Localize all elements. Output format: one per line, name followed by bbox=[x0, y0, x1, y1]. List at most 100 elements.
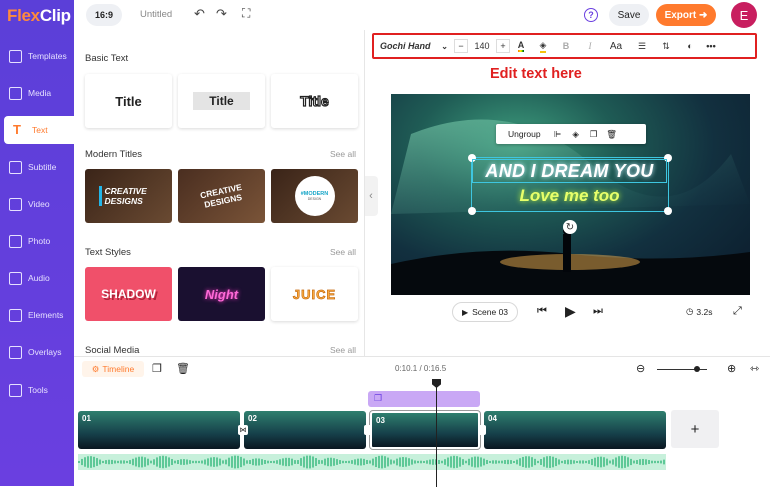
see-all-link-styles[interactable]: See all bbox=[330, 247, 356, 257]
delete-scene-icon[interactable]: 🗑 bbox=[176, 362, 190, 375]
align-center-icon[interactable]: ☰ bbox=[630, 35, 654, 57]
waveform-bar bbox=[366, 459, 368, 465]
waveform-bar bbox=[573, 460, 575, 464]
redo-icon[interactable]: ↷ bbox=[216, 6, 227, 22]
waveform-bar bbox=[117, 460, 119, 464]
waveform-bar bbox=[261, 459, 263, 465]
scene-clip[interactable]: 02 bbox=[244, 411, 366, 449]
next-icon[interactable]: ⏭ bbox=[593, 305, 603, 318]
waveform-bar bbox=[546, 456, 548, 468]
see-all-link-social[interactable]: See all bbox=[330, 345, 356, 355]
audio-waveform[interactable] bbox=[78, 454, 666, 470]
opacity-icon[interactable]: ◐ bbox=[678, 35, 702, 57]
scene-selector[interactable]: ▶ Scene 03 bbox=[452, 302, 518, 322]
text-color-icon[interactable]: A bbox=[510, 35, 532, 57]
scene-clip[interactable]: 04 bbox=[484, 411, 666, 449]
rotate-icon[interactable]: ↻ bbox=[563, 220, 577, 234]
timeline-icon: ⚙ bbox=[91, 363, 100, 374]
sidebar-item-templates[interactable]: Templates bbox=[0, 42, 74, 70]
font-size-input[interactable]: 140 bbox=[468, 35, 496, 57]
sidebar-item-elements[interactable]: Elements bbox=[0, 301, 74, 329]
waveform-bar bbox=[84, 457, 86, 467]
transition-icon[interactable] bbox=[478, 425, 486, 435]
timeline-toggle[interactable]: ⚙ Timeline bbox=[82, 361, 144, 377]
scene-clip[interactable]: 01 bbox=[78, 411, 240, 449]
waveform-bar bbox=[570, 459, 572, 465]
text-line-1-box[interactable]: AND I DREAM YOU bbox=[472, 159, 667, 183]
text-selection-box[interactable]: AND I DREAM YOU Love me too bbox=[468, 154, 672, 215]
sidebar-item-photo[interactable]: Photo bbox=[0, 227, 74, 255]
waveform-bar bbox=[423, 460, 425, 464]
fit-timeline-icon[interactable]: ⇿ bbox=[750, 362, 759, 375]
resize-handle[interactable] bbox=[664, 207, 672, 215]
video-canvas[interactable]: Ungroup ⊫ ◈ ❐ 🗑 AND I DREAM YOU Love me … bbox=[391, 94, 750, 295]
zoom-in-icon[interactable]: ⊕ bbox=[727, 362, 736, 375]
add-scene-button[interactable]: + bbox=[671, 410, 719, 448]
waveform-bar bbox=[351, 460, 353, 464]
logo[interactable]: FlexClip bbox=[7, 6, 71, 26]
fullscreen-icon[interactable]: ⛶ bbox=[242, 6, 250, 21]
sidebar-item-text[interactable]: T Text bbox=[4, 116, 74, 144]
italic-icon[interactable]: I bbox=[578, 35, 602, 57]
help-icon[interactable]: ? bbox=[584, 8, 598, 22]
aspect-ratio-button[interactable]: 16:9 bbox=[86, 4, 122, 26]
font-size-decrease-button[interactable]: − bbox=[454, 39, 468, 53]
more-options-icon[interactable]: ••• bbox=[702, 35, 720, 57]
waveform-bar bbox=[219, 458, 221, 466]
text-tile-modern-design[interactable]: #MODERN DESIGN bbox=[271, 169, 358, 223]
transition-icon[interactable]: ⋈ bbox=[238, 425, 248, 435]
sidebar-item-video[interactable]: Video bbox=[0, 190, 74, 218]
transition-icon[interactable] bbox=[364, 425, 372, 435]
waveform-bar bbox=[618, 456, 620, 468]
highlight-color-icon[interactable]: ◈ bbox=[532, 35, 554, 57]
waveform-bar bbox=[207, 458, 209, 466]
see-all-link-modern[interactable]: See all bbox=[330, 149, 356, 159]
duration-display[interactable]: ◷ 3.2s bbox=[686, 306, 713, 317]
scene-clip-selected[interactable]: 03 bbox=[369, 410, 481, 450]
line-spacing-icon[interactable]: ⇅ bbox=[654, 35, 678, 57]
sidebar-item-media[interactable]: Media bbox=[0, 79, 74, 107]
export-button[interactable]: Export ➜ bbox=[656, 4, 716, 26]
font-select[interactable]: Gochi Hand ⌄ bbox=[374, 35, 454, 57]
sidebar-item-subtitle[interactable]: Subtitle bbox=[0, 153, 74, 181]
text-case-button[interactable]: Aa bbox=[602, 35, 630, 57]
collapse-panel-handle[interactable]: ‹ bbox=[364, 176, 378, 216]
sidebar-item-overlays[interactable]: Overlays bbox=[0, 338, 74, 366]
sidebar-item-audio[interactable]: Audio bbox=[0, 264, 74, 292]
align-icon[interactable]: ⊫ bbox=[549, 129, 567, 140]
resize-handle[interactable] bbox=[468, 207, 476, 215]
playhead-handle[interactable] bbox=[432, 379, 441, 388]
avatar[interactable]: E bbox=[731, 2, 757, 28]
waveform-bar bbox=[543, 457, 545, 467]
text-tile-shadow[interactable]: SHADOW bbox=[85, 267, 172, 321]
text-tile-title-outline[interactable]: Title bbox=[271, 74, 358, 128]
ungroup-button[interactable]: Ungroup bbox=[496, 129, 549, 139]
bold-icon[interactable]: B bbox=[554, 35, 578, 57]
waveform-bar bbox=[609, 460, 611, 464]
text-line-2-box[interactable]: Love me too bbox=[472, 184, 667, 208]
save-button[interactable]: Save bbox=[609, 4, 649, 26]
zoom-out-icon[interactable]: ⊖ bbox=[636, 362, 645, 375]
delete-icon[interactable]: 🗑 bbox=[603, 129, 621, 140]
waveform-bar bbox=[201, 460, 203, 464]
text-tile-creative-designs-1[interactable]: CREATIVE DESIGNS bbox=[85, 169, 172, 223]
previous-icon[interactable]: ⏮ bbox=[537, 305, 547, 318]
play-icon[interactable]: ▶ bbox=[565, 303, 576, 320]
text-tile-title-plain[interactable]: Title bbox=[85, 74, 172, 128]
layers-icon[interactable]: ◈ bbox=[567, 129, 585, 140]
project-title[interactable]: Untitled bbox=[140, 9, 172, 20]
fullscreen-preview-icon[interactable]: ⤢ bbox=[733, 305, 742, 318]
text-tile-juice[interactable]: JUICE bbox=[271, 267, 358, 321]
text-tile-creative-designs-2[interactable]: CREATIVE DESIGNS bbox=[178, 169, 265, 223]
text-layer-track[interactable]: ❐ bbox=[368, 391, 480, 407]
text-tile-title-boxed[interactable]: Title bbox=[178, 74, 265, 128]
undo-icon[interactable]: ↶ bbox=[194, 6, 205, 22]
playhead[interactable] bbox=[436, 379, 437, 487]
duplicate-icon[interactable]: ❐ bbox=[585, 129, 603, 140]
sidebar-item-tools[interactable]: Tools bbox=[0, 376, 74, 404]
font-size-increase-button[interactable]: + bbox=[496, 39, 510, 53]
zoom-slider-knob[interactable] bbox=[694, 366, 700, 372]
duplicate-scene-icon[interactable]: ❐ bbox=[152, 362, 162, 375]
text-tile-night[interactable]: Night bbox=[178, 267, 265, 321]
waveform-bar bbox=[369, 460, 371, 464]
